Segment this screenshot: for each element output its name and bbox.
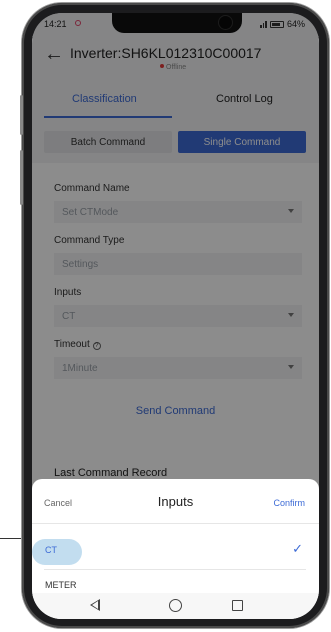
- nav-back-icon[interactable]: [90, 599, 100, 611]
- phone-screen: 14:21 64% ← Inverter:SH6KL012310C00017 O…: [32, 13, 319, 619]
- tap-highlight: [32, 539, 82, 565]
- nav-home-icon[interactable]: [169, 599, 182, 612]
- divider: [32, 523, 319, 524]
- option-label: CT: [45, 545, 57, 555]
- option-ct[interactable]: CT ✓: [32, 535, 319, 565]
- check-icon: ✓: [292, 541, 303, 556]
- nav-recents-icon[interactable]: [232, 600, 243, 611]
- confirm-button[interactable]: Confirm: [273, 498, 305, 508]
- system-nav-bar: [32, 593, 319, 619]
- phone-side-button: [20, 95, 23, 135]
- phone-side-button: [20, 150, 23, 205]
- option-label: METER: [45, 580, 77, 590]
